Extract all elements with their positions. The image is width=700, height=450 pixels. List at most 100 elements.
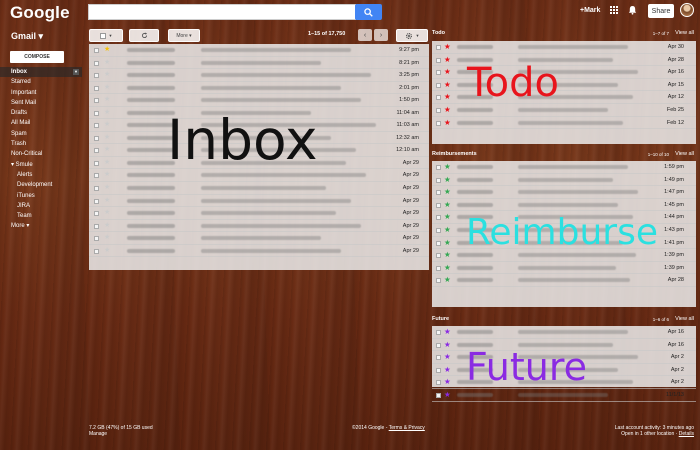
table-row[interactable]: ★ 8:21 pm	[89, 57, 429, 70]
star-icon[interactable]: ★	[104, 121, 110, 129]
row-checkbox[interactable]	[94, 123, 99, 129]
star-icon[interactable]: ★	[444, 340, 451, 349]
star-icon[interactable]: ★	[444, 68, 451, 76]
star-icon[interactable]: ★	[444, 43, 451, 51]
star-icon[interactable]: ★	[104, 46, 110, 54]
notifications-bell-icon[interactable]	[628, 5, 637, 15]
star-icon[interactable]: ★	[104, 247, 110, 255]
row-checkbox[interactable]	[94, 148, 99, 154]
star-icon[interactable]: ★	[104, 184, 110, 192]
sidebar-item[interactable]: Non-Critical	[0, 149, 82, 159]
star-icon[interactable]: ★	[444, 225, 451, 234]
next-page-button[interactable]: ›	[374, 29, 388, 41]
sidebar-item[interactable]: Important	[0, 88, 82, 98]
sidebar-item[interactable]: Development	[0, 180, 82, 190]
star-icon[interactable]: ★	[444, 390, 451, 399]
google-plus-profile-link[interactable]: +Mark	[580, 7, 600, 14]
star-icon[interactable]: ★	[444, 93, 451, 101]
list-item[interactable]: ★ 1:49 pm	[432, 174, 696, 187]
refresh-button[interactable]	[129, 29, 159, 42]
row-checkbox[interactable]	[436, 107, 441, 113]
star-icon[interactable]: ★	[104, 234, 110, 242]
row-checkbox[interactable]	[94, 198, 99, 204]
row-checkbox[interactable]	[436, 367, 441, 373]
row-checkbox[interactable]	[436, 265, 441, 271]
row-checkbox[interactable]	[94, 110, 99, 116]
star-icon[interactable]: ★	[104, 209, 110, 217]
star-icon[interactable]: ★	[444, 80, 451, 89]
star-icon[interactable]: ★	[104, 146, 110, 154]
list-item[interactable]: ★ 1:39 pm	[432, 262, 696, 275]
row-checkbox[interactable]	[94, 186, 99, 192]
activity-details-link[interactable]: Details	[679, 431, 694, 437]
row-checkbox[interactable]	[436, 165, 441, 170]
sidebar-item[interactable]: Spam	[0, 129, 82, 139]
row-checkbox[interactable]	[94, 211, 99, 217]
row-checkbox[interactable]	[436, 330, 441, 335]
sidebar-item[interactable]: ▾ Smule	[0, 160, 82, 170]
sidebar-item[interactable]: Trash	[0, 139, 82, 149]
row-checkbox[interactable]	[436, 57, 441, 63]
todo-view-all-link[interactable]: View all	[675, 30, 694, 36]
star-icon[interactable]: ★	[444, 175, 451, 184]
gmail-app-switcher[interactable]: Gmail ▾	[11, 31, 43, 42]
future-pane-title[interactable]: Future	[432, 316, 449, 322]
star-icon[interactable]: ★	[444, 163, 451, 171]
row-checkbox[interactable]	[436, 253, 441, 259]
settings-button[interactable]: ▼	[396, 29, 428, 42]
star-icon[interactable]: ★	[104, 222, 110, 230]
compose-button[interactable]: COMPOSE	[10, 51, 64, 63]
table-row[interactable]: ★ Apr 29	[89, 207, 429, 220]
table-row[interactable]: ★ Apr 29	[89, 232, 429, 245]
star-icon[interactable]: ★	[104, 134, 110, 142]
row-checkbox[interactable]	[436, 70, 441, 76]
avatar[interactable]	[680, 3, 694, 17]
sidebar-item[interactable]: Alerts	[0, 170, 82, 180]
star-icon[interactable]: ★	[444, 213, 451, 221]
row-checkbox[interactable]	[436, 45, 441, 50]
star-icon[interactable]: ★	[444, 276, 451, 284]
sidebar-item[interactable]: All Mail	[0, 118, 82, 128]
list-item[interactable]: ★ Apr 16	[432, 326, 696, 339]
row-checkbox[interactable]	[436, 342, 441, 348]
star-icon[interactable]: ★	[444, 188, 451, 196]
table-row[interactable]: ★ 9:27 pm	[89, 44, 429, 57]
star-icon[interactable]: ★	[104, 84, 110, 92]
search-input[interactable]	[88, 4, 356, 20]
row-checkbox[interactable]	[436, 380, 441, 386]
row-checkbox[interactable]	[436, 215, 441, 221]
list-item[interactable]: ★ 1:47 pm	[432, 186, 696, 199]
row-checkbox[interactable]	[436, 355, 441, 361]
row-checkbox[interactable]	[436, 120, 441, 126]
reimbursements-view-all-link[interactable]: View all	[675, 151, 694, 157]
table-row[interactable]: ★ 1:50 pm	[89, 94, 429, 107]
sidebar-item[interactable]: Sent Mail	[0, 98, 82, 108]
row-checkbox[interactable]	[94, 60, 99, 66]
table-row[interactable]: ★ 2:01 pm	[89, 82, 429, 95]
more-actions-button[interactable]: More ▾	[168, 29, 200, 42]
star-icon[interactable]: ★	[444, 251, 451, 259]
star-icon[interactable]: ★	[104, 59, 110, 67]
star-icon[interactable]: ★	[444, 105, 451, 114]
star-icon[interactable]: ★	[104, 96, 110, 104]
sidebar-item[interactable]: Starred	[0, 77, 82, 87]
row-checkbox[interactable]	[94, 223, 99, 229]
row-checkbox[interactable]	[94, 248, 99, 254]
search-button[interactable]	[355, 4, 382, 20]
row-checkbox[interactable]	[94, 135, 99, 141]
row-checkbox[interactable]	[94, 98, 99, 104]
row-checkbox[interactable]	[94, 85, 99, 91]
row-checkbox[interactable]	[94, 173, 99, 179]
star-icon[interactable]: ★	[444, 55, 451, 64]
sidebar-item[interactable]: JIRA	[0, 201, 82, 211]
sidebar-item[interactable]: Inbox ▼	[0, 67, 82, 78]
star-icon[interactable]: ★	[444, 238, 451, 247]
table-row[interactable]: ★ Apr 29	[89, 220, 429, 233]
list-item[interactable]: ★ 1:45 pm	[432, 199, 696, 212]
list-item[interactable]: ★ 11/1/13	[432, 389, 696, 402]
manage-storage-link[interactable]: Manage	[89, 431, 107, 437]
row-checkbox[interactable]	[436, 240, 441, 246]
apps-grid-icon[interactable]	[610, 6, 618, 14]
prev-page-button[interactable]: ‹	[358, 29, 372, 41]
row-checkbox[interactable]	[436, 227, 441, 233]
